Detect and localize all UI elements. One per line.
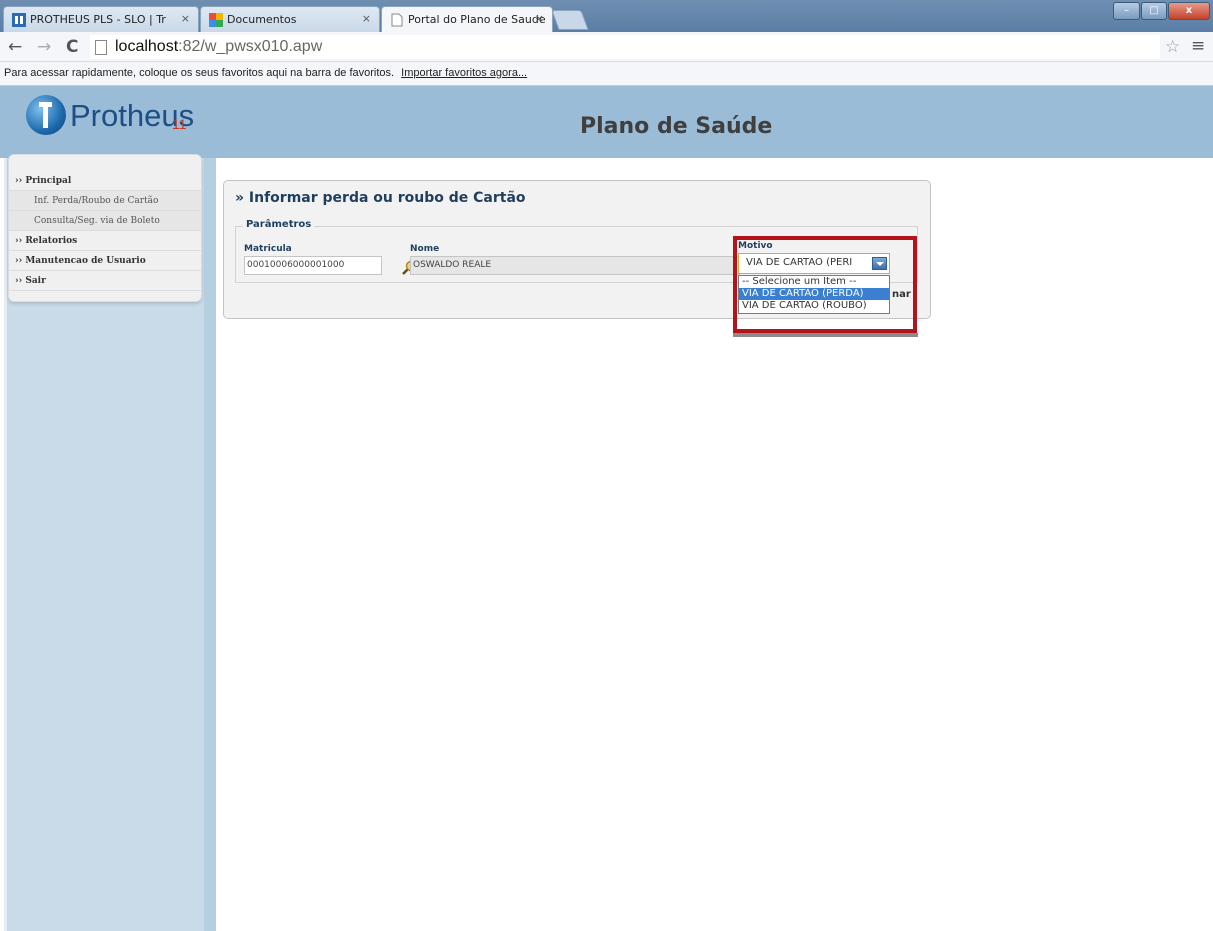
bookmarks-hint: Para acessar rapidamente, coloque os seu… xyxy=(4,67,395,79)
motivo-group: Motivo VIA DE CARTAO (PERI -- Selecione … xyxy=(733,236,917,333)
close-icon[interactable]: × xyxy=(362,12,371,25)
sidebar-item-perda-roubo[interactable]: Inf. Perda/Roubo de Cartão xyxy=(9,191,201,211)
reload-button[interactable]: C xyxy=(66,37,78,57)
forward-button[interactable]: → xyxy=(37,37,51,57)
sidebar-item-relatorios[interactable]: ›› Relatorios xyxy=(9,231,201,251)
sidebar-item-principal[interactable]: ›› Principal xyxy=(9,171,201,191)
tab-label: Documentos xyxy=(227,13,297,26)
nome-field: OSWALDO REALE xyxy=(410,256,740,275)
protheus-logo-icon xyxy=(26,95,66,135)
fieldset-legend: Parâmetros xyxy=(243,219,315,230)
tab-documentos[interactable]: Documentos × xyxy=(200,6,380,32)
new-tab-button[interactable] xyxy=(551,10,589,30)
logo-version: 11 xyxy=(172,116,187,132)
sidebar-menu: ›› Principal Inf. Perda/Roubo de Cartão … xyxy=(8,154,202,302)
motivo-selected-value: VIA DE CARTAO (PERI xyxy=(746,257,853,268)
url-host: localhost xyxy=(115,38,179,55)
motivo-option-roubo[interactable]: VIA DE CARTAO (ROUBO) xyxy=(739,300,889,312)
sidebar-item-manutencao[interactable]: ›› Manutencao de Usuario xyxy=(9,251,201,271)
motivo-select[interactable]: VIA DE CARTAO (PERI xyxy=(738,253,890,274)
form-title: » Informar perda ou roubo de Cartão xyxy=(235,190,526,206)
bookmark-star-icon[interactable]: ☆ xyxy=(1165,37,1180,57)
matricula-field[interactable]: 00010006000001000 xyxy=(244,256,382,275)
dropdown-shadow xyxy=(733,333,918,337)
url-path: :82/w_pwsx010.apw xyxy=(178,38,323,55)
motivo-label: Motivo xyxy=(738,241,773,251)
back-button[interactable]: ← xyxy=(8,37,22,57)
tab-portal-plano[interactable]: Portal do Plano de Saude × xyxy=(381,6,553,32)
tab-label: Portal do Plano de Saude xyxy=(408,13,546,26)
motivo-option-placeholder[interactable]: -- Selecione um Item -- xyxy=(739,276,889,288)
sidebar-item-sair[interactable]: ›› Sair xyxy=(9,271,201,291)
browser-toolbar: ← → C localhost:82/w_pwsx010.apw ☆ ≡ xyxy=(0,32,1213,62)
close-icon[interactable]: × xyxy=(181,12,190,25)
motivo-option-perda[interactable]: VIA DE CARTAO (PERDA) xyxy=(739,288,889,300)
nome-label: Nome xyxy=(410,244,440,254)
motivo-dropdown: -- Selecione um Item -- VIA DE CARTAO (P… xyxy=(738,275,890,314)
chevron-down-icon[interactable] xyxy=(872,257,887,270)
close-window-button[interactable]: x xyxy=(1168,2,1210,20)
address-bar[interactable]: localhost:82/w_pwsx010.apw xyxy=(90,35,1160,59)
menu-icon[interactable]: ≡ xyxy=(1191,36,1205,56)
browser-titlebar: PROTHEUS PLS - SLO | Tr × Documentos × P… xyxy=(0,0,1213,32)
tab-protheus-pls[interactable]: PROTHEUS PLS - SLO | Tr × xyxy=(3,6,199,32)
app-icon xyxy=(12,13,26,27)
maximize-button[interactable]: □ xyxy=(1141,2,1167,20)
sidebar-item-boleto[interactable]: Consulta/Seg. via de Boleto xyxy=(9,211,201,231)
matricula-label: Matricula xyxy=(244,244,292,254)
bookmarks-bar: Para acessar rapidamente, coloque os seu… xyxy=(0,62,1213,86)
page-icon xyxy=(95,40,107,55)
import-bookmarks-link[interactable]: Importar favoritos agora... xyxy=(401,67,527,79)
tab-label: PROTHEUS PLS - SLO | Tr xyxy=(30,13,166,26)
documents-icon xyxy=(209,13,223,27)
close-icon[interactable]: × xyxy=(535,12,544,25)
page-icon xyxy=(391,13,403,27)
minimize-button[interactable]: – xyxy=(1113,2,1140,20)
page-title: Plano de Saúde xyxy=(580,114,773,139)
page-header: Protheus 11 Plano de Saúde xyxy=(0,86,1213,158)
